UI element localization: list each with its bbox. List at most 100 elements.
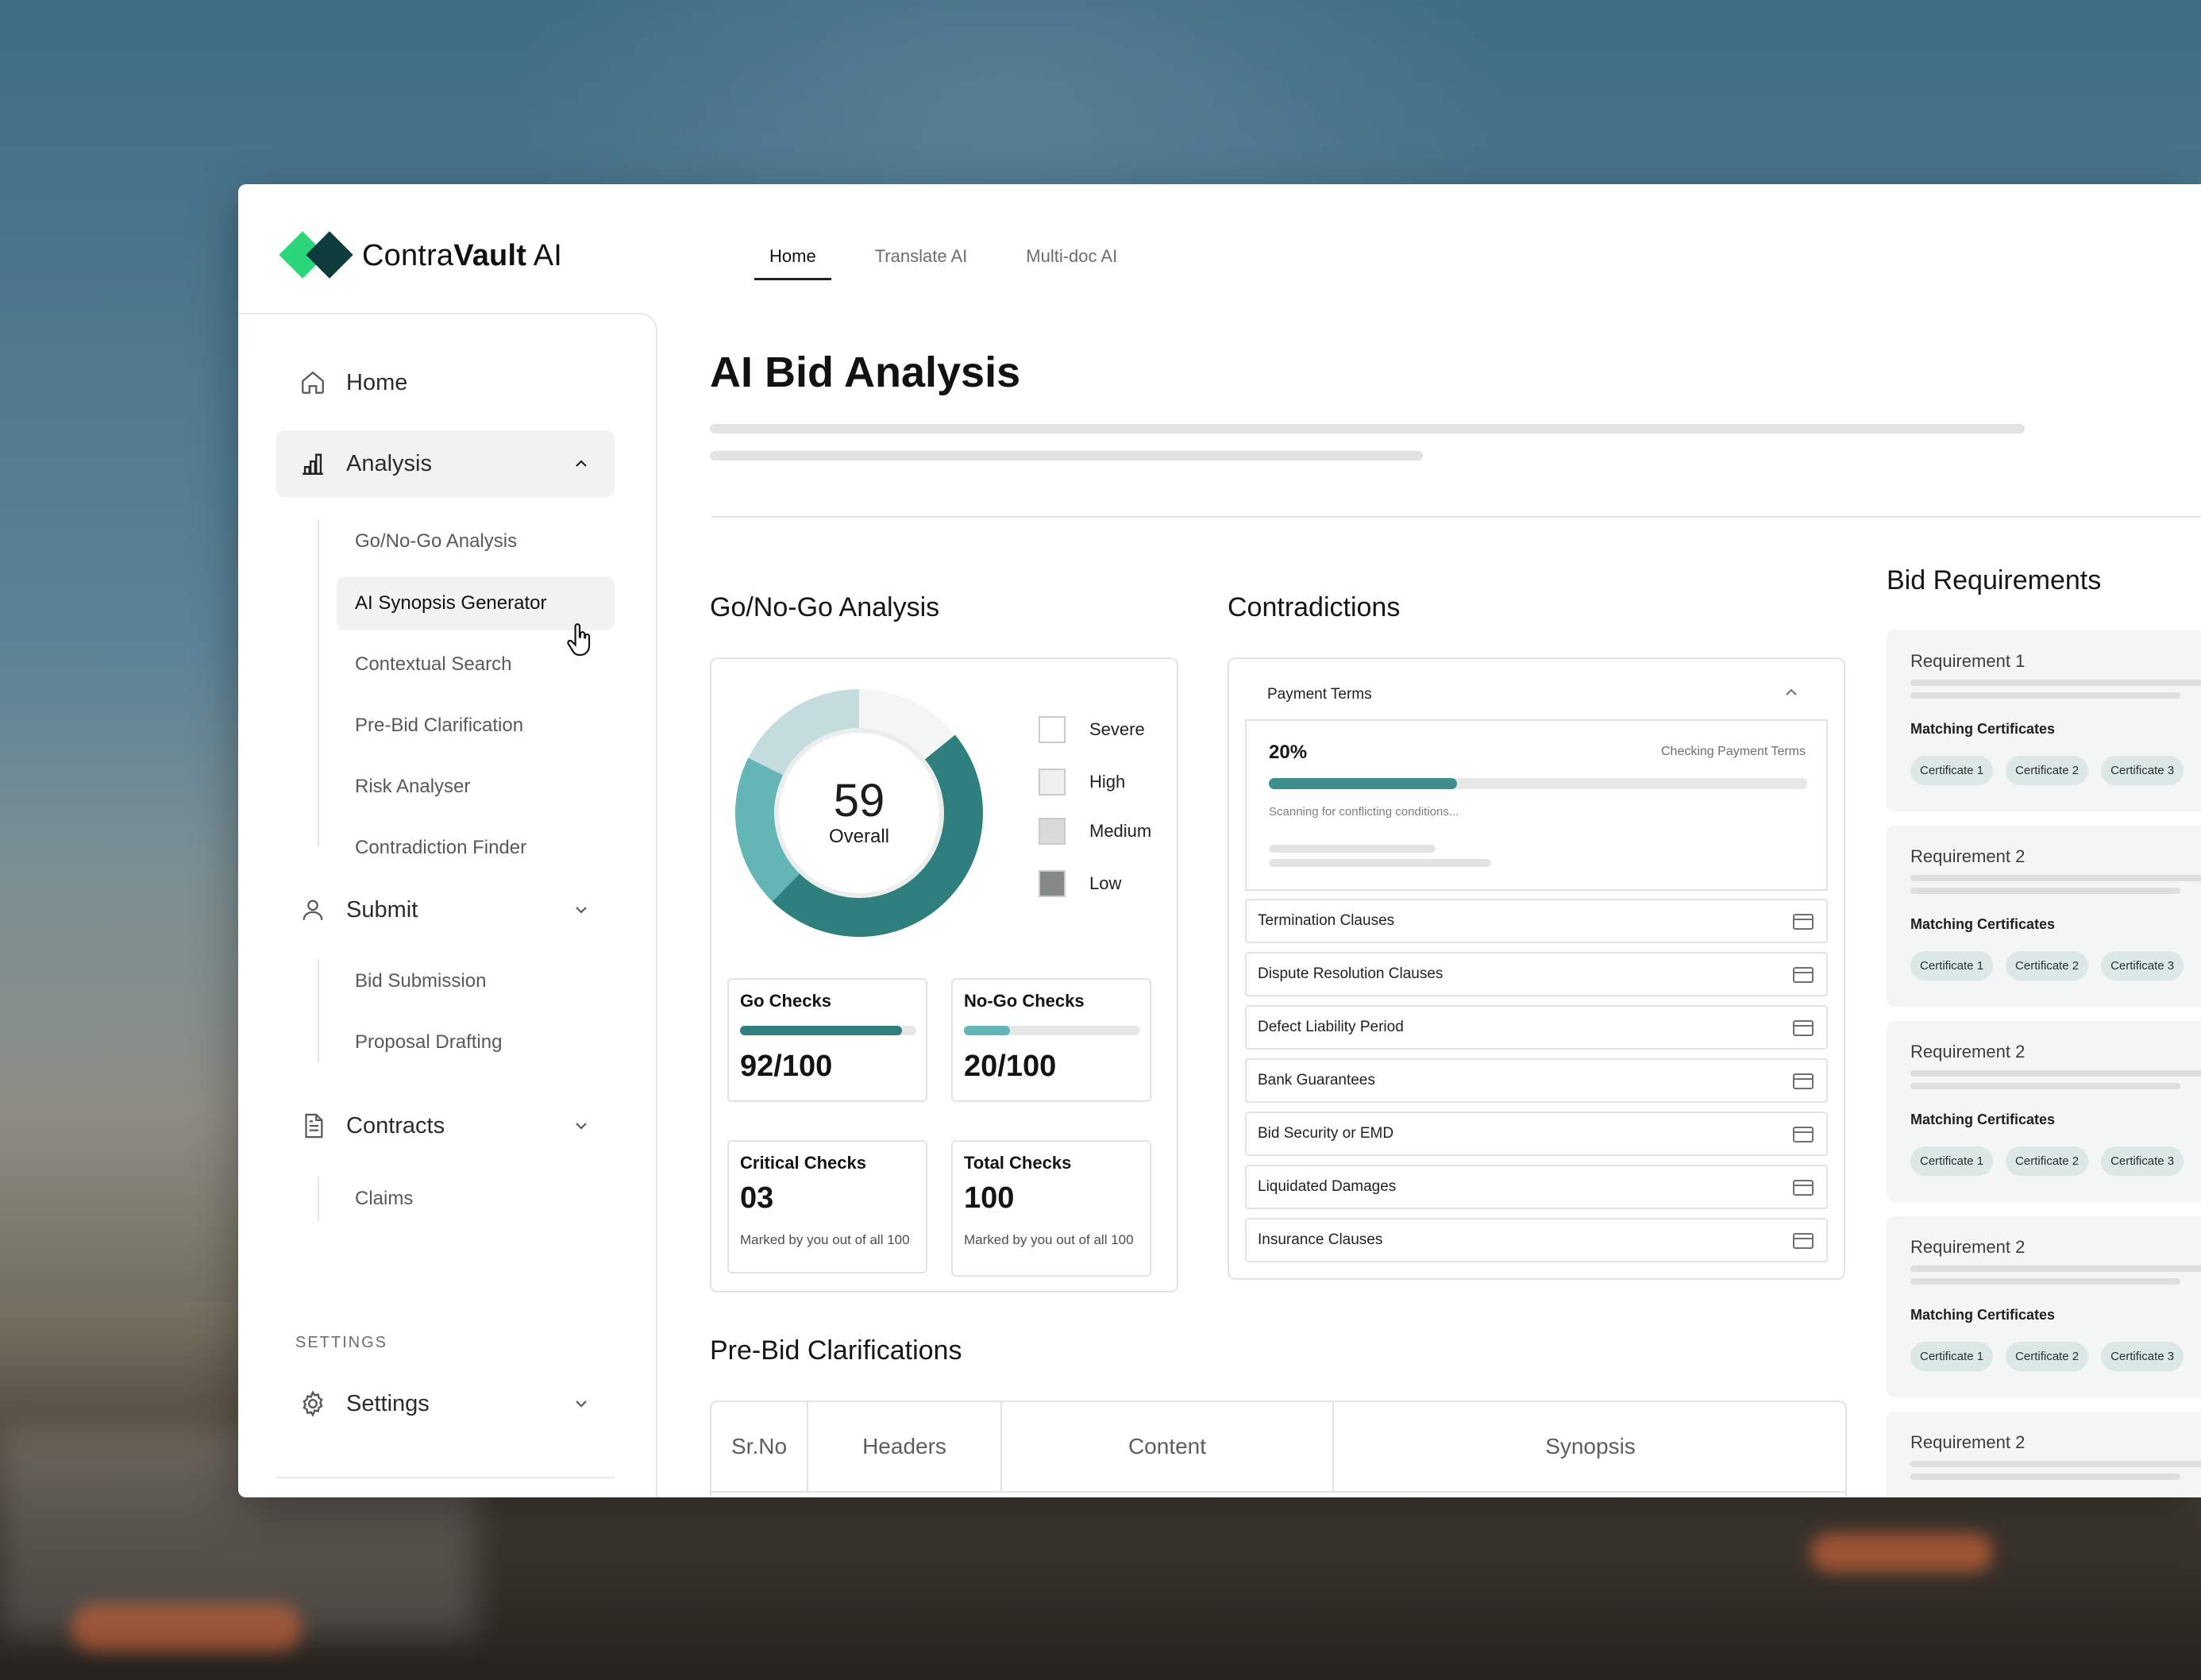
sidebar-subitem-pre-bid-clarification[interactable]: Pre-Bid Clarification [337, 699, 615, 753]
certificate-chip[interactable]: Certificate 1 [1910, 1342, 1994, 1371]
certificate-chip[interactable]: Certificate 1 [1910, 951, 1994, 981]
requirement-card[interactable]: Requirement 2 Matching Certificates Cert… [1887, 1021, 2201, 1202]
certificate-chip[interactable]: Certificate 2 [2006, 1342, 2089, 1371]
sidebar-subitem-bid-submission[interactable]: Bid Submission [337, 954, 615, 1008]
loading-skeleton [1910, 1083, 2180, 1089]
loading-skeleton [710, 424, 2025, 433]
loading-skeleton [1269, 845, 1436, 853]
gear-icon [297, 1388, 329, 1420]
no-go-checks-label: No-Go Checks [964, 991, 1085, 1011]
home-icon [297, 367, 329, 399]
go-checks-progress [740, 1026, 916, 1035]
page-title: AI Bid Analysis [710, 349, 1021, 396]
chevron-down-icon [576, 1401, 587, 1408]
sidebar-subitem-contradiction-finder[interactable]: Contradiction Finder [337, 821, 615, 875]
contradiction-row-label: Termination Clauses [1258, 912, 1395, 929]
sidebar-item-analysis[interactable]: Analysis [276, 430, 615, 497]
requirement-card[interactable]: Requirement 2 Matching Certificates Cert… [1887, 826, 2201, 1007]
go-checks-progress-fill [740, 1026, 903, 1035]
contradiction-row[interactable]: Bank Guarantees [1245, 1058, 1828, 1103]
legend-swatch [1039, 870, 1066, 897]
contradiction-row[interactable]: Termination Clauses [1245, 899, 1828, 943]
loading-skeleton [710, 451, 1423, 460]
critical-checks-note: Marked by you out of all 100 [740, 1232, 910, 1247]
sidebar-submenu-line [318, 959, 319, 1062]
total-checks-card: Total Checks 100 Marked by you out of al… [951, 1140, 1151, 1277]
sidebar-subitem-proposal-drafting[interactable]: Proposal Drafting [337, 1015, 615, 1069]
total-checks-note: Marked by you out of all 100 [964, 1232, 1134, 1247]
contradiction-row[interactable]: Insurance Clauses [1245, 1218, 1828, 1262]
certificate-chip[interactable]: Certificate 1 [1910, 756, 1994, 785]
top-nav: Home Translate AI Multi-doc AI [754, 241, 1161, 280]
certificate-chip[interactable]: Certificate 3 [2101, 756, 2184, 785]
requirement-title: Requirement 1 [1910, 651, 2026, 671]
sidebar-subitem-go-no-go-analysis[interactable]: Go/No-Go Analysis [337, 514, 615, 568]
certificate-chip[interactable]: Certificate 3 [2101, 951, 2184, 981]
loading-skeleton [1910, 1266, 2201, 1272]
legend-label: High [1089, 772, 1126, 792]
requirement-title: Requirement 2 [1910, 1042, 2026, 1062]
certificate-chip[interactable]: Certificate 1 [1910, 1146, 1994, 1176]
legend-label: Severe [1089, 719, 1145, 739]
critical-checks-label: Critical Checks [740, 1153, 866, 1173]
sidebar-item-submit[interactable]: Submit [276, 877, 615, 943]
brand[interactable]: ContraVault AI [279, 231, 562, 279]
contradiction-row[interactable]: Dispute Resolution Clauses [1245, 952, 1828, 996]
section-title-contradictions: Contradictions [1228, 592, 1401, 622]
no-go-checks-card: No-Go Checks 20/100 [951, 978, 1151, 1102]
sidebar-item-home[interactable]: Home [276, 349, 615, 416]
tab-home[interactable]: Home [754, 241, 831, 280]
go-checks-label: Go Checks [740, 991, 831, 1011]
loading-skeleton [1910, 875, 2201, 881]
loading-skeleton [1910, 1474, 2180, 1480]
loading-skeleton [1910, 1461, 2201, 1467]
sidebar-item-label: Submit [346, 896, 418, 923]
tab-multi-doc-ai[interactable]: Multi-doc AI [1011, 241, 1132, 280]
requirement-title: Requirement 2 [1910, 1237, 2026, 1257]
legend-label: Low [1089, 873, 1122, 893]
loading-skeleton [1910, 680, 2201, 686]
top-bar: ContraVault AI Home Translate AI Multi-d… [238, 184, 2201, 311]
sidebar-item-contracts[interactable]: Contracts [276, 1092, 615, 1159]
contradiction-row-label: Defect Liability Period [1258, 1019, 1404, 1035]
requirement-card[interactable]: Requirement 1 Matching Certificates Cert… [1887, 630, 2201, 811]
section-divider [711, 516, 2201, 518]
certificate-chip[interactable]: Certificate 3 [2101, 1146, 2184, 1176]
contradiction-row[interactable]: Bid Security or EMD [1245, 1112, 1828, 1156]
sidebar-divider [276, 1477, 615, 1478]
total-checks-label: Total Checks [964, 1153, 1072, 1173]
total-checks-value: 100 [964, 1181, 1015, 1215]
requirement-card[interactable]: Requirement 2 [1887, 1412, 2201, 1497]
tab-translate-ai[interactable]: Translate AI [860, 241, 983, 280]
sidebar-subitem-claims[interactable]: Claims [337, 1172, 615, 1226]
certificate-chip[interactable]: Certificate 3 [2101, 1342, 2184, 1371]
sidebar-submenu-line [318, 1177, 319, 1221]
no-go-checks-progress [964, 1026, 1140, 1035]
chevron-down-icon [576, 907, 587, 914]
bar-chart-icon [297, 448, 329, 480]
sidebar-item-settings[interactable]: Settings [276, 1370, 615, 1437]
overall-label: Overall [828, 826, 890, 847]
loading-skeleton [1910, 1278, 2180, 1285]
contradiction-row[interactable]: Liquidated Damages [1245, 1165, 1828, 1209]
card-icon [1793, 1233, 1814, 1249]
go-checks-card: Go Checks 92/100 [727, 978, 927, 1102]
requirement-card[interactable]: Requirement 2 Matching Certificates Cert… [1887, 1216, 2201, 1397]
sidebar-item-label: Analysis [346, 450, 432, 476]
donut-center: 59 Overall [734, 688, 985, 938]
contradiction-row-label: Liquidated Damages [1258, 1178, 1397, 1195]
certificate-chip[interactable]: Certificate 2 [2006, 756, 2089, 785]
table-header: Synopsis [1545, 1434, 1636, 1458]
certificate-chip[interactable]: Certificate 2 [2006, 1146, 2089, 1176]
contradiction-row[interactable]: Defect Liability Period [1245, 1005, 1828, 1050]
accordion-payment-terms[interactable]: Payment Terms [1229, 659, 1844, 719]
sidebar-item-label: Contracts [346, 1112, 445, 1139]
card-icon [1793, 967, 1814, 983]
critical-checks-value: 03 [740, 1181, 774, 1215]
certificate-chip[interactable]: Certificate 2 [2006, 951, 2089, 981]
contradiction-row-label: Dispute Resolution Clauses [1258, 965, 1444, 982]
background-blur-shape [71, 1604, 302, 1651]
matching-certificates-label: Matching Certificates [1910, 721, 2056, 737]
sidebar-subitem-risk-analyser[interactable]: Risk Analyser [337, 760, 615, 814]
sidebar: Home Analysis Go/No-Go Analysis AI Synop… [238, 313, 657, 1497]
